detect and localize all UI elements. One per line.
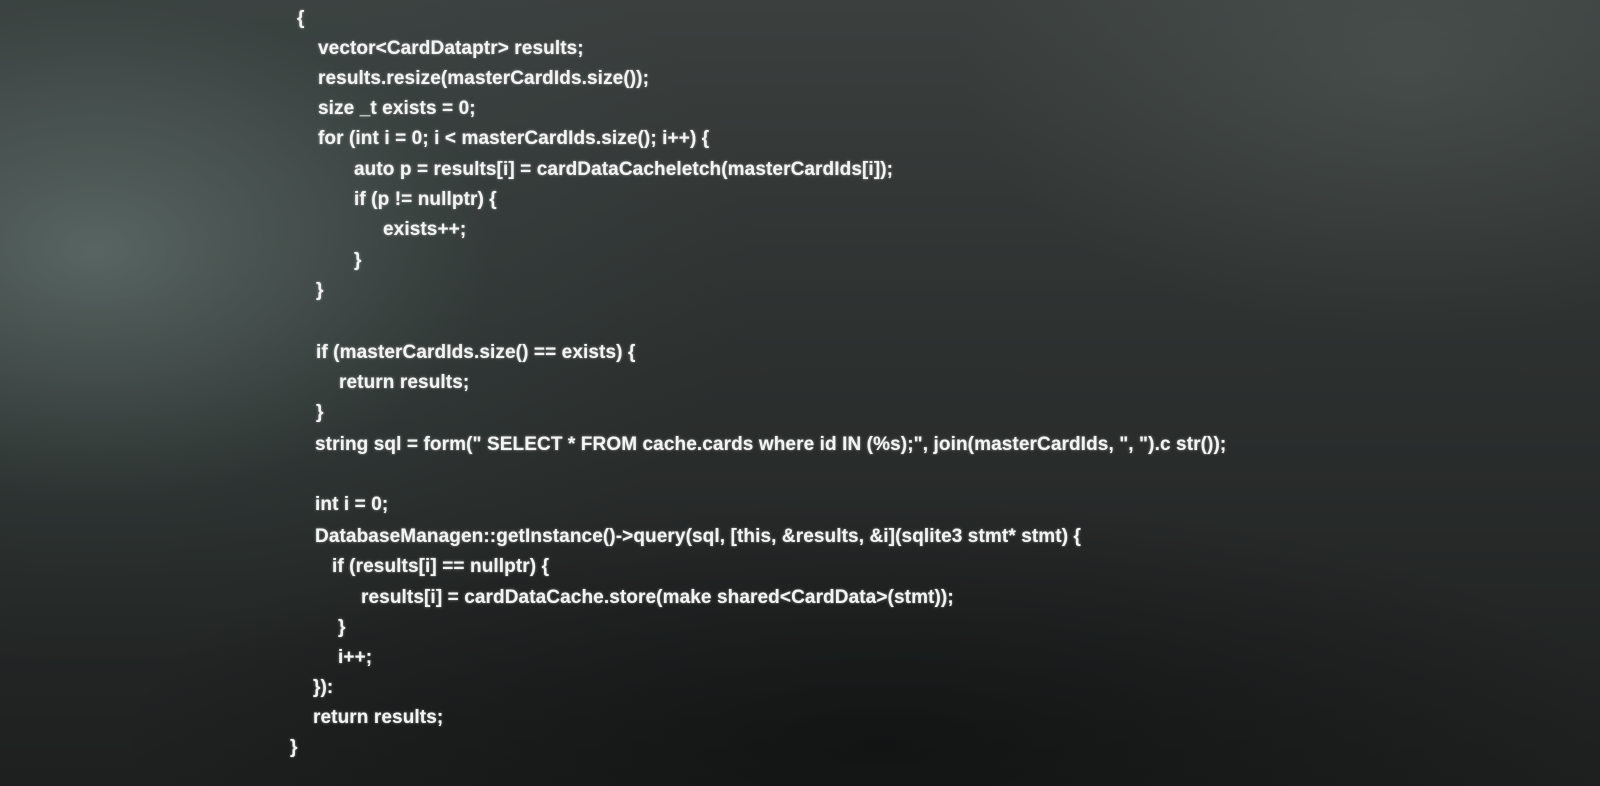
code-line-19: } bbox=[338, 617, 346, 638]
code-line-13: } bbox=[316, 402, 324, 423]
code-line-9: } bbox=[354, 250, 362, 271]
code-line-21: }): bbox=[313, 677, 334, 698]
code-line-15: int i = 0; bbox=[315, 494, 389, 515]
code-editor-screen: { vector<CardDataptr> results; results.r… bbox=[0, 0, 1600, 786]
code-line-23: } bbox=[290, 737, 298, 758]
code-line-1: { bbox=[297, 8, 305, 29]
code-line-20: i++; bbox=[338, 647, 373, 668]
code-line-14: string sql = form(" SELECT * FROM cache.… bbox=[315, 434, 1227, 455]
code-line-11: if (masterCardIds.size() == exists) { bbox=[316, 342, 636, 363]
code-line-3: results.resize(masterCardIds.size()); bbox=[318, 68, 650, 89]
code-line-10: } bbox=[316, 280, 324, 301]
code-line-5: for (int i = 0; i < masterCardIds.size()… bbox=[318, 128, 710, 149]
code-line-18: results[i] = cardDataCache.store(make sh… bbox=[361, 587, 954, 608]
code-line-12: return results; bbox=[339, 372, 470, 393]
code-line-17: if (results[i] == nullptr) { bbox=[332, 556, 550, 577]
code-line-7: if (p != nullptr) { bbox=[354, 189, 497, 210]
code-line-16: DatabaseManagen::getInstance()->query(sq… bbox=[315, 526, 1082, 547]
code-line-4: size _t exists = 0; bbox=[318, 98, 476, 119]
code-line-8: exists++; bbox=[383, 219, 467, 240]
code-line-2: vector<CardDataptr> results; bbox=[318, 38, 584, 59]
code-line-22: return results; bbox=[313, 707, 444, 728]
code-line-6: auto p = results[i] = cardDataCacheletch… bbox=[354, 159, 894, 180]
